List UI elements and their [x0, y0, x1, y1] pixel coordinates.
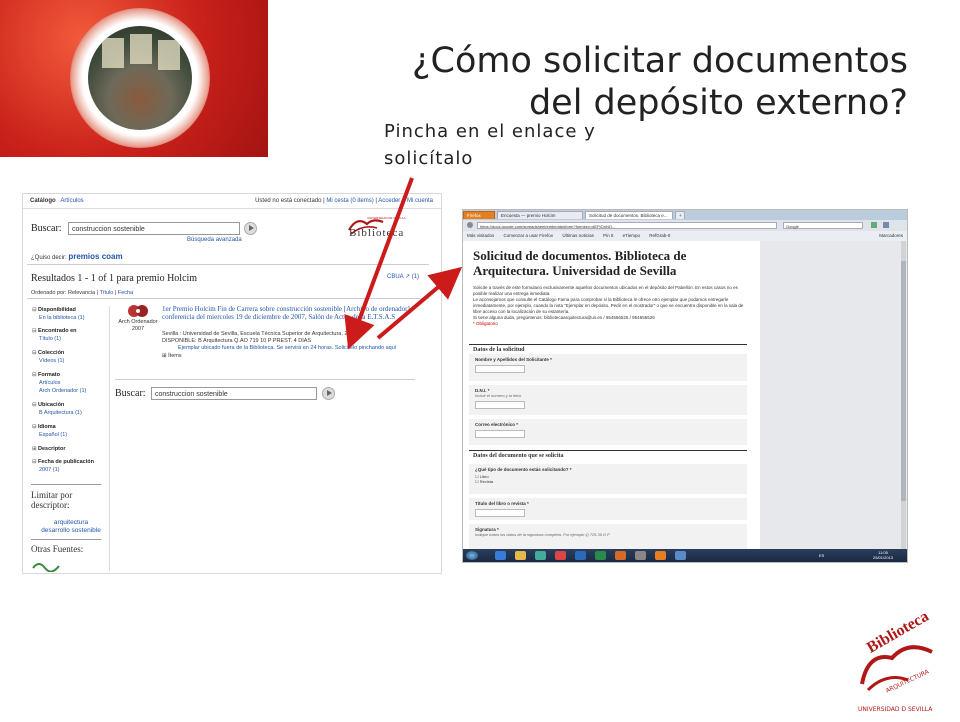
biblioteca-logo: Biblioteca ARQUITECTURA UNIVERSIDAD D SE… [852, 608, 942, 718]
arrows-overlay [344, 177, 463, 350]
logo-ring: UNIVERSIDAD D SEVILLA [858, 706, 933, 713]
arrow-to-form [376, 266, 463, 340]
